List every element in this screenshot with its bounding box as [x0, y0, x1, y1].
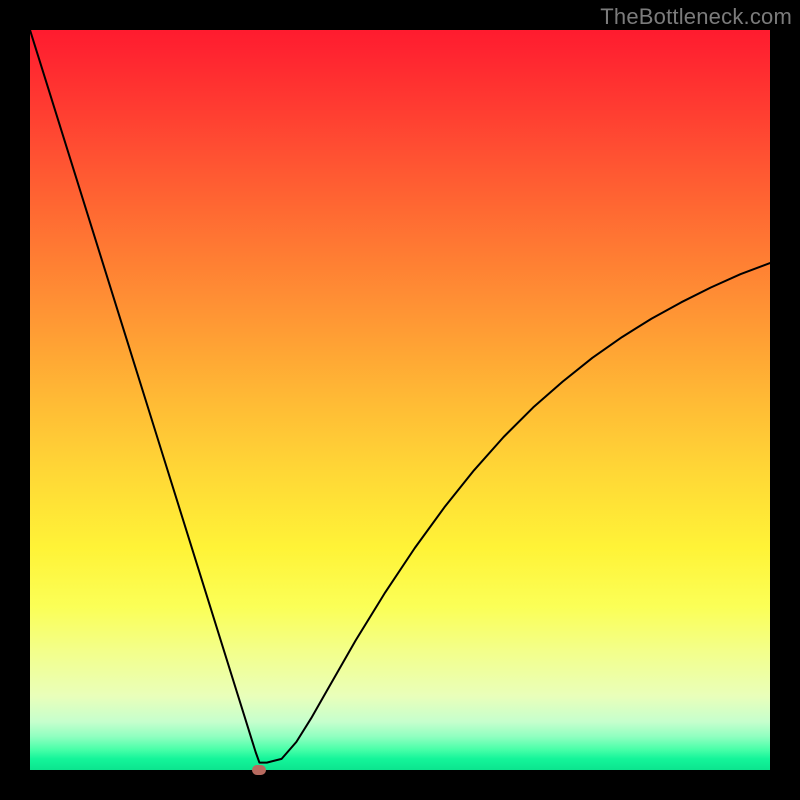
bottleneck-curve — [30, 30, 770, 763]
curve-layer — [30, 30, 770, 770]
watermark-text: TheBottleneck.com — [600, 4, 792, 30]
chart-frame: TheBottleneck.com — [0, 0, 800, 800]
optimal-point-marker — [252, 765, 266, 775]
plot-area — [30, 30, 770, 770]
